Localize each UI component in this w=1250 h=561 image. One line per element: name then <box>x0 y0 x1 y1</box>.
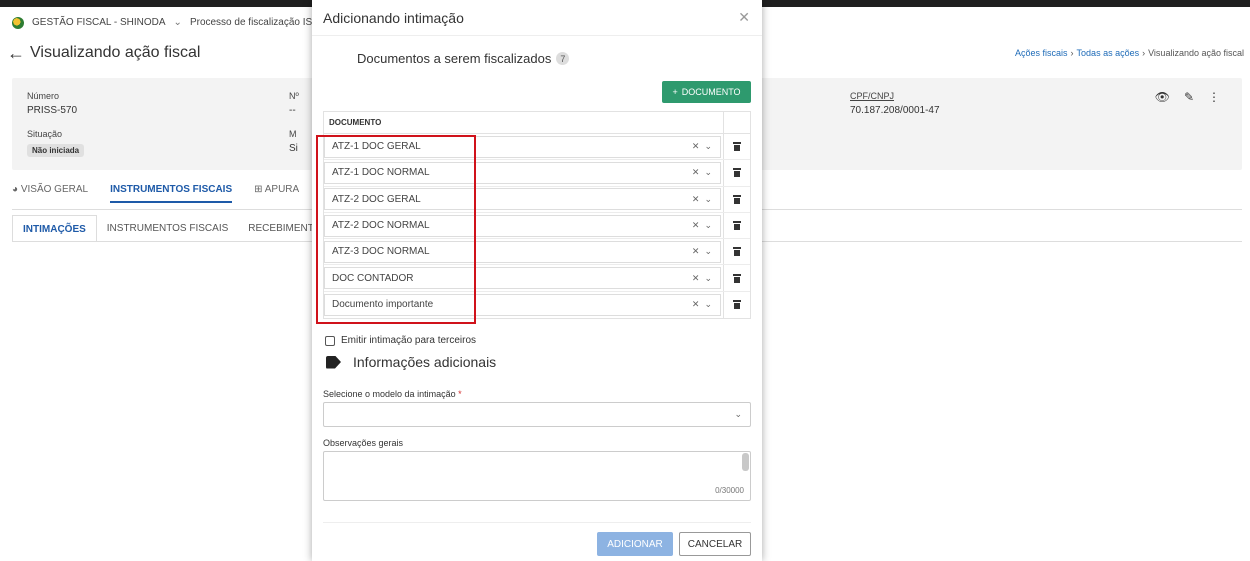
add-intimacao-modal: Adicionando intimação ✕ Documentos a ser… <box>312 0 762 561</box>
documents-section-title: Documentos a serem fiscalizados 7 <box>357 51 570 66</box>
close-icon[interactable]: ✕ <box>738 9 750 26</box>
modal-footer-divider <box>323 522 751 523</box>
pie-chart-icon: ◕ <box>12 184 21 195</box>
numero-label: Número <box>27 91 60 101</box>
pencil-icon[interactable]: ✎ <box>1184 90 1194 104</box>
third-party-checkbox-row: Emitir intimação para terceiros <box>325 335 476 346</box>
status-badge: Não iniciada <box>27 144 85 157</box>
breadcrumb: Ações fiscais › Todas as ações › Visuali… <box>1015 48 1244 58</box>
clear-icon[interactable]: ✕ <box>692 141 700 152</box>
main-tabs: ◕ VISÃO GERAL INSTRUMENTOS FISCAIS ⊞ APU… <box>12 184 299 203</box>
model-select-label: Selecione o modelo da intimação * <box>323 389 462 399</box>
chevron-down-icon[interactable]: ⌄ <box>174 17 182 28</box>
textarea-scrollbar[interactable] <box>742 453 749 471</box>
sub-tabs: INTIMAÇÕES INSTRUMENTOS FISCAIS RECEBIME… <box>12 215 324 242</box>
clear-icon[interactable]: ✕ <box>692 194 700 205</box>
cpf-cnpj-label: CPF/CNPJ <box>850 91 895 101</box>
chevron-down-icon: ⌄ <box>734 409 742 419</box>
breadcrumb-todas-acoes[interactable]: Todas as ações <box>1077 48 1140 58</box>
back-arrow-icon[interactable]: ← <box>6 43 26 64</box>
add-document-button[interactable]: + DOCUMENTO <box>662 81 751 103</box>
chevron-down-icon[interactable]: ⌄ <box>704 167 712 178</box>
org-name[interactable]: GESTÃO FISCAL - SHINODA <box>32 17 166 28</box>
delete-row-button[interactable] <box>723 186 750 212</box>
tab-instrumentos-fiscais[interactable]: INSTRUMENTOS FISCAIS <box>110 184 233 203</box>
delete-row-button[interactable] <box>723 134 750 160</box>
chevron-down-icon[interactable]: ⌄ <box>704 194 712 205</box>
chevron-down-icon[interactable]: ⌄ <box>704 141 712 152</box>
chevron-down-icon[interactable]: ⌄ <box>704 299 712 310</box>
summary-actions: 👁 ✎ ⋮ <box>1155 90 1220 104</box>
clear-icon[interactable]: ✕ <box>692 273 700 284</box>
page-title: Visualizando ação fiscal <box>30 44 201 61</box>
process-name[interactable]: Processo de fiscalização ISS <box>190 17 319 28</box>
numero-value: PRISS-570 <box>27 105 78 116</box>
col2-value-b: Si <box>289 143 298 154</box>
model-select[interactable]: ⌄ <box>323 402 751 427</box>
delete-row-button[interactable] <box>723 239 750 265</box>
chevron-down-icon[interactable]: ⌄ <box>704 246 712 257</box>
trash-icon <box>733 247 741 257</box>
clear-icon[interactable]: ✕ <box>692 167 700 178</box>
third-party-checkbox-label[interactable]: Emitir intimação para terceiros <box>341 335 476 346</box>
documents-table-header: DOCUMENTO <box>324 112 750 134</box>
trash-icon <box>733 221 741 231</box>
more-vertical-icon[interactable]: ⋮ <box>1208 90 1220 104</box>
subtab-intimacoes[interactable]: INTIMAÇÕES <box>12 215 97 242</box>
tag-icon <box>326 355 341 369</box>
subtab-recebimentos[interactable]: RECEBIMENT <box>238 215 324 242</box>
breadcrumb-current: Visualizando ação fiscal <box>1148 48 1244 58</box>
char-counter: 0/30000 <box>715 486 744 495</box>
table-icon: ⊞ <box>254 184 265 195</box>
observations-textarea[interactable]: 0/30000 <box>323 451 751 501</box>
col2-label-b: M <box>289 129 297 139</box>
modal-header: Adicionando intimação ✕ <box>312 0 762 36</box>
annotation-highlight-box <box>316 135 476 324</box>
subtab-instrumentos-fiscais[interactable]: INSTRUMENTOS FISCAIS <box>97 215 239 242</box>
clear-icon[interactable]: ✕ <box>692 246 700 257</box>
eye-icon[interactable]: 👁 <box>1155 90 1170 104</box>
trash-icon <box>733 168 741 178</box>
delete-row-button[interactable] <box>723 160 750 186</box>
trash-icon <box>733 273 741 283</box>
org-logo-icon <box>12 16 24 29</box>
column-header-documento: DOCUMENTO <box>329 118 382 127</box>
document-count-badge: 7 <box>556 52 570 65</box>
tab-apuracao[interactable]: ⊞ APURA <box>254 184 299 203</box>
col2-value-a: -- <box>289 105 296 116</box>
cpf-cnpj-value: 70.187.208/0001-47 <box>850 105 940 116</box>
breadcrumb-acoes-fiscais[interactable]: Ações fiscais <box>1015 48 1068 58</box>
modal-title: Adicionando intimação <box>323 9 464 26</box>
plus-icon: + <box>672 87 678 97</box>
delete-row-button[interactable] <box>723 291 750 319</box>
additional-info-title: Informações adicionais <box>326 354 496 370</box>
chevron-right-icon: › <box>1142 48 1146 58</box>
trash-icon <box>733 300 741 310</box>
clear-icon[interactable]: ✕ <box>692 299 700 310</box>
third-party-checkbox[interactable] <box>325 335 335 346</box>
add-button[interactable]: ADICIONAR <box>597 532 673 556</box>
tab-visao-geral[interactable]: ◕ VISÃO GERAL <box>12 184 88 203</box>
clear-icon[interactable]: ✕ <box>692 220 700 231</box>
trash-icon <box>733 142 741 152</box>
delete-row-button[interactable] <box>723 212 750 239</box>
delete-row-button[interactable] <box>723 265 750 291</box>
required-asterisk: * <box>458 389 462 399</box>
col2-label-a: Nº <box>289 91 299 101</box>
situacao-label: Situação <box>27 129 63 139</box>
chevron-right-icon: › <box>1070 48 1074 58</box>
chevron-down-icon[interactable]: ⌄ <box>704 220 712 231</box>
cancel-button[interactable]: CANCELAR <box>679 532 751 556</box>
chevron-down-icon[interactable]: ⌄ <box>704 273 712 284</box>
trash-icon <box>733 194 741 204</box>
observations-label: Observações gerais <box>323 438 404 448</box>
